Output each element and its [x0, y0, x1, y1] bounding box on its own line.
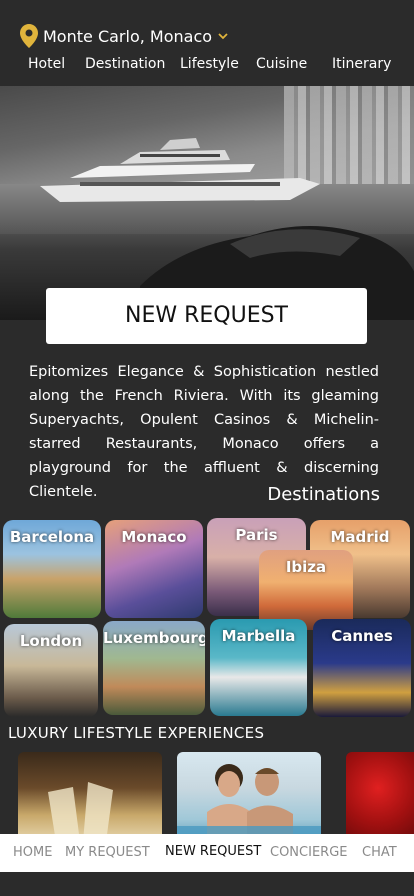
location-pin-icon [20, 24, 38, 48]
experience-card-roses[interactable] [346, 752, 414, 842]
hero-image [0, 86, 414, 320]
bottom-nav-concierge[interactable]: CONCIERGE [270, 845, 347, 860]
destination-tile-monaco[interactable]: Monaco [105, 520, 203, 618]
category-nav: Hotel Destination Lifestyle Cuisine Itin… [0, 56, 414, 76]
bottom-nav-new-request[interactable]: NEW REQUEST [165, 844, 261, 859]
destination-label: Paris [235, 526, 278, 544]
nav-hotel[interactable]: Hotel [28, 56, 65, 72]
top-bar: Monte Carlo, Monaco Hotel Destination Li… [0, 0, 414, 86]
destination-description: Epitomizes Elegance & Sophistication nes… [29, 364, 379, 500]
bottom-nav-home[interactable]: HOME [13, 845, 52, 860]
destination-label: Ibiza [285, 558, 327, 576]
destination-label: Barcelona [9, 528, 95, 546]
destination-label: Monaco [121, 528, 187, 546]
bottom-navigation: HOME MY REQUEST NEW REQUEST CONCIERGE CH… [0, 834, 414, 872]
new-request-button[interactable]: NEW REQUEST [46, 288, 367, 344]
experiences-title: LUXURY LIFESTYLE EXPERIENCES [8, 724, 265, 742]
destination-tile-luxembourg[interactable]: Luxembourg [103, 621, 205, 715]
destination-tile-cannes[interactable]: Cannes [313, 619, 411, 717]
experience-card-infinity-pool[interactable] [177, 752, 321, 842]
location-name: Monte Carlo, Monaco [43, 26, 213, 46]
destination-label: Madrid [330, 528, 390, 546]
couple-pool-icon [177, 764, 321, 842]
bottom-nav-chat[interactable]: CHAT [362, 845, 397, 860]
location-selector[interactable]: Monte Carlo, Monaco [20, 24, 212, 48]
destination-tile-marbella[interactable]: Marbella [210, 619, 307, 716]
destination-label: Luxembourg [103, 629, 205, 647]
champagne-glasses-icon [48, 782, 113, 842]
nav-destination[interactable]: Destination [85, 56, 165, 72]
nav-itinerary[interactable]: Itinerary [332, 56, 391, 72]
chevron-down-icon[interactable] [217, 31, 229, 41]
destination-label: Cannes [331, 627, 393, 645]
destination-label: London [19, 632, 83, 650]
destination-tile-barcelona[interactable]: Barcelona [3, 520, 101, 618]
nav-cuisine[interactable]: Cuisine [256, 56, 307, 72]
experience-card-champagne[interactable] [18, 752, 162, 842]
destination-tile-ibiza[interactable]: Ibiza [259, 550, 353, 630]
nav-lifestyle[interactable]: Lifestyle [180, 56, 239, 72]
destination-tile-london[interactable]: London [4, 624, 98, 717]
bottom-nav-my-request[interactable]: MY REQUEST [65, 845, 150, 860]
footer-bar [0, 872, 414, 896]
destinations-title: Destinations [267, 484, 380, 505]
destination-label: Marbella [221, 627, 296, 645]
